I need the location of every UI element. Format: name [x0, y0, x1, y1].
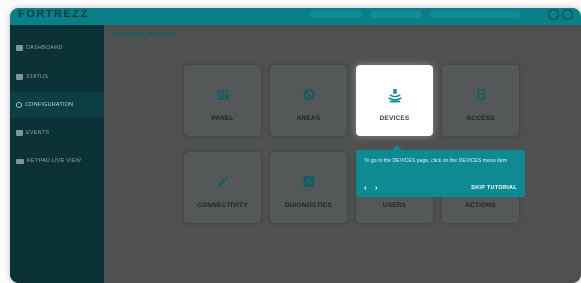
- panel-icon: [217, 90, 228, 100]
- app-window: FORTREZZ DASHBOARD STATUS CONFIGURATION …: [10, 8, 581, 283]
- diagnostics-icon: [303, 176, 314, 187]
- topbar-status-pill: [310, 11, 362, 18]
- tile-diagnostics[interactable]: DIAGNOSTICS: [270, 152, 347, 223]
- keypad-icon: [16, 158, 24, 164]
- sidebar-item-label: EVENTS: [26, 130, 50, 136]
- tile-access[interactable]: ACCESS: [442, 65, 519, 136]
- sidebar-item-events[interactable]: EVENTS: [10, 120, 104, 146]
- tile-label: DIAGNOSTICS: [284, 202, 333, 209]
- tile-label: CONNECTIVITY: [197, 202, 248, 209]
- sidebar-item-label: CONFIGURATION: [25, 102, 74, 108]
- sidebar-item-dashboard[interactable]: DASHBOARD: [10, 35, 104, 61]
- connectivity-icon: [217, 176, 228, 187]
- account-icon[interactable]: [562, 9, 573, 20]
- tile-label: AREAS: [296, 115, 321, 122]
- devices-icon: [387, 89, 402, 103]
- tooltip-arrow: [392, 145, 402, 150]
- sidebar-item-keypad-live-view[interactable]: KEYPAD LIVE VIEW: [10, 148, 104, 174]
- sidebar: DASHBOARD STATUS CONFIGURATION EVENTS KE…: [10, 25, 104, 283]
- tutorial-tooltip: To go to the DEVICES page, click on the …: [356, 145, 525, 197]
- sidebar-item-configuration[interactable]: CONFIGURATION: [10, 92, 104, 118]
- topbar-info-pill: [370, 11, 422, 18]
- tile-areas[interactable]: AREAS: [270, 65, 347, 136]
- events-icon: [16, 130, 23, 136]
- topbar-user-pill: [430, 11, 520, 18]
- dashboard-icon: [16, 45, 23, 51]
- tile-label: ACTIONS: [465, 202, 496, 209]
- main-content: CONFIGURATION PANEL AREAS DEVICES ACCESS…: [104, 25, 581, 283]
- tile-label: DEVICES: [379, 115, 410, 122]
- tooltip-text: To go to the DEVICES page, click on the …: [364, 158, 508, 164]
- access-icon: [477, 89, 484, 100]
- tile-connectivity[interactable]: CONNECTIVITY: [184, 152, 261, 223]
- sidebar-item-label: DASHBOARD: [26, 45, 63, 51]
- tooltip-nav: ‹ ›: [364, 183, 384, 192]
- sidebar-item-label: STATUS: [26, 74, 49, 80]
- sidebar-item-status[interactable]: STATUS: [10, 64, 104, 90]
- tile-label: USERS: [382, 202, 407, 209]
- notification-icon[interactable]: [548, 9, 559, 20]
- top-bar: FORTREZZ: [10, 8, 581, 25]
- tooltip-next-button[interactable]: ›: [375, 183, 378, 192]
- tile-devices[interactable]: DEVICES: [356, 65, 433, 136]
- gear-icon: [16, 102, 22, 108]
- tile-label: ACCESS: [466, 115, 495, 122]
- tooltip-prev-button[interactable]: ‹: [364, 183, 367, 192]
- status-icon: [16, 74, 23, 80]
- page-title: CONFIGURATION: [113, 32, 176, 39]
- areas-icon: [303, 89, 314, 100]
- tile-panel[interactable]: PANEL: [184, 65, 261, 136]
- sidebar-item-label: KEYPAD LIVE VIEW: [27, 158, 82, 164]
- app-logo: FORTREZZ: [18, 10, 89, 20]
- tile-label: PANEL: [211, 115, 234, 122]
- skip-tutorial-button[interactable]: SKIP TUTORIAL: [471, 185, 517, 191]
